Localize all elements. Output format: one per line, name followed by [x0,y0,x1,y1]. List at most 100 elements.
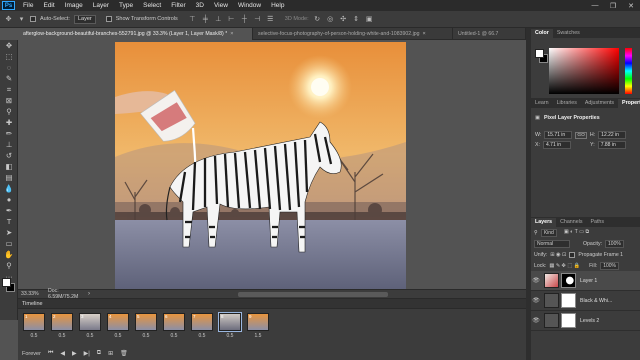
next-frame-icon[interactable]: ▶| [84,350,90,357]
align-bottom-icon[interactable]: ⊥ [214,15,223,24]
quick-select-tool-icon[interactable]: ✎ [0,73,18,84]
propagate-checkbox[interactable] [569,251,576,258]
delete-frame-icon[interactable]: 🗑 [120,350,128,357]
close-icon[interactable]: × [423,28,426,40]
tab-properties[interactable]: Properties [618,99,640,108]
timeline-title[interactable]: Timeline [18,299,526,309]
tool-preset-chevron-icon[interactable]: ▾ [17,15,26,24]
zoom-tool-icon[interactable]: ⚲ [0,260,18,271]
fill-input[interactable]: 100% [600,261,620,270]
menu-view[interactable]: View [209,2,233,9]
tab-layers[interactable]: Layers [531,218,557,227]
menu-filter[interactable]: Filter [166,2,190,9]
layer-row[interactable]: 👁 Levels 2 [531,311,640,331]
kind-filter-dropdown[interactable]: Kind [540,228,557,237]
timeline-frame[interactable]: 3 0.5 [78,313,102,339]
menu-file[interactable]: File [18,2,38,9]
frame-delay[interactable]: 0.5 [199,333,206,339]
timeline-frame[interactable]: 5 0.5 [134,313,158,339]
loop-options[interactable]: Forever [22,351,41,357]
path-selection-tool-icon[interactable]: ➤ [0,227,18,238]
eye-icon[interactable]: 👁 [531,297,541,304]
timeline-frame[interactable]: 1 0.5 [22,313,46,339]
blur-tool-icon[interactable]: 💧 [0,183,18,194]
auto-select-dropdown[interactable]: Layer [73,14,96,24]
healing-brush-tool-icon[interactable]: ✚ [0,117,18,128]
align-center-icon[interactable]: ┼ [240,15,249,24]
align-top-icon[interactable]: ⊤ [188,15,197,24]
layer-mask-thumbnail[interactable] [561,293,576,308]
lasso-tool-icon[interactable]: ◌ [0,62,18,73]
eraser-tool-icon[interactable]: ◧ [0,161,18,172]
close-window-button[interactable]: ✕ [622,2,640,10]
timeline-frame[interactable]: 4 0.5 [106,313,130,339]
history-brush-tool-icon[interactable]: ↺ [0,150,18,161]
move-tool-icon[interactable]: ✥ [4,15,13,24]
tab-channels[interactable]: Channels [556,218,586,227]
zoom-level[interactable]: 33.33% [18,291,48,297]
y-input[interactable]: 7.88 in [597,141,626,149]
timeline-frame[interactable]: 9 1.5 [246,313,270,339]
tween-icon[interactable]: ⧉ [97,350,101,357]
blend-mode-dropdown[interactable]: Normal [534,239,570,248]
width-input[interactable]: 15.71 in [544,131,573,139]
clone-stamp-tool-icon[interactable]: ⊥ [0,139,18,150]
height-input[interactable]: 12.22 in [598,131,627,139]
menu-edit[interactable]: Edit [38,2,59,9]
menu-layer[interactable]: Layer [88,2,114,9]
minimize-button[interactable]: — [586,2,604,10]
close-icon[interactable]: × [230,28,233,40]
timeline-frame[interactable]: 6 0.5 [162,313,186,339]
tab-libraries[interactable]: Libraries [553,99,581,108]
frame-delay[interactable]: 0.5 [87,333,94,339]
type-tool-icon[interactable]: T [0,216,18,227]
menu-help[interactable]: Help [266,2,289,9]
pen-tool-icon[interactable]: ✒ [0,205,18,216]
3d-scale-icon[interactable]: ▣ [365,15,374,24]
play-icon[interactable]: ▶ [72,350,77,357]
frame-delay[interactable]: 0.5 [143,333,150,339]
frame-delay[interactable]: 0.5 [115,333,122,339]
align-middle-icon[interactable]: ╪ [201,15,210,24]
distribute-icon[interactable]: ☰ [266,15,275,24]
hand-tool-icon[interactable]: ✋ [0,249,18,260]
frame-delay[interactable]: 1.5 [255,333,262,339]
timeline-frame[interactable]: 7 0.5 [190,313,214,339]
move-tool-icon[interactable]: ✥ [0,40,18,51]
dodge-tool-icon[interactable]: ● [0,194,18,205]
first-frame-icon[interactable]: ⏮ [48,350,53,357]
menu-type[interactable]: Type [114,2,138,9]
tab-swatches[interactable]: Swatches [553,29,584,38]
opacity-input[interactable]: 100% [605,239,624,248]
eye-icon[interactable]: 👁 [531,317,541,324]
gradient-tool-icon[interactable]: ▤ [0,172,18,183]
hue-slider[interactable] [625,48,632,94]
align-left-icon[interactable]: ⊢ [227,15,236,24]
foreground-color-swatch[interactable] [2,278,11,287]
unify-icons[interactable]: ⊞ ◉ ⊡ [550,252,566,258]
align-right-icon[interactable]: ⊣ [253,15,262,24]
crop-tool-icon[interactable]: ⌗ [0,84,18,95]
timeline-frame[interactable]: 2 0.5 [50,313,74,339]
tab-paths[interactable]: Paths [586,218,608,227]
canvas-area[interactable] [19,41,526,291]
horizontal-scrollbar[interactable] [238,292,388,297]
status-menu-chevron-icon[interactable]: › [88,291,90,297]
x-input[interactable]: 4.71 in [543,141,572,149]
panel-foreground-swatch[interactable] [535,49,544,58]
lock-icons[interactable]: ▦ ✎ ✥ ⬚ 🔒 [549,263,580,269]
layer-row[interactable]: 👁 Black & Whi... [531,291,640,311]
transform-controls-checkbox[interactable] [105,16,112,22]
document-canvas[interactable] [115,42,406,291]
prev-frame-icon[interactable]: ◀ [60,350,65,357]
frame-delay[interactable]: 0.5 [59,333,66,339]
link-go-button[interactable]: GO [575,131,587,139]
3d-slide-icon[interactable]: ⇕ [352,15,361,24]
tab-selective-focus[interactable]: selective-focus-photography-of-person-ho… [253,28,453,40]
3d-drag-icon[interactable]: ✣ [339,15,348,24]
timeline-frame-selected[interactable]: 8 0.5 [218,312,242,339]
auto-select-checkbox[interactable] [30,16,36,22]
filter-icons[interactable]: ▣ ◐ T ▭ ⧉ [564,229,589,236]
duplicate-frame-icon[interactable]: ⊞ [108,350,113,357]
brush-tool-icon[interactable]: ✏ [0,128,18,139]
